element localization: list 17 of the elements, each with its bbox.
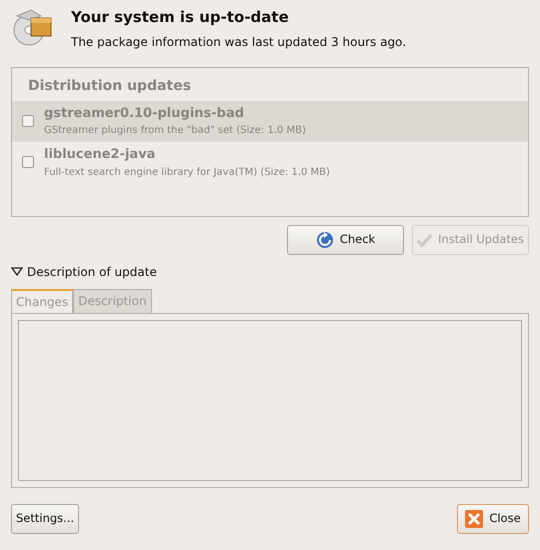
tab[interactable]: Changes <box>11 288 74 312</box>
package-name: liblucene2-java <box>44 146 156 164</box>
package-description: Full-text search engine library for Java(TM) (Size: 1.0 MB) <box>44 166 330 180</box>
tab[interactable]: Description <box>73 288 152 312</box>
status-message: The package information was last updated 3 hours ago. <box>71 34 406 50</box>
package-name: gstreamer0.10-plugins-bad <box>44 104 246 122</box>
expander-label[interactable]: Description of update <box>27 262 157 280</box>
status-title: Your system is up-to-date <box>71 7 290 28</box>
checkmark-icon <box>417 232 432 248</box>
group-header: Distribution updates <box>27 76 192 96</box>
package-description: GStreamer plugins from the "bad" set (Size: 1.0 MB) <box>44 124 306 138</box>
close-button[interactable]: Close <box>457 504 529 534</box>
close-icon <box>465 510 484 528</box>
expander-arrow-icon[interactable] <box>11 266 23 276</box>
settings-button[interactable]: Settings... <box>11 504 80 534</box>
refresh-icon <box>316 230 334 248</box>
check-button[interactable]: Check <box>287 224 404 254</box>
